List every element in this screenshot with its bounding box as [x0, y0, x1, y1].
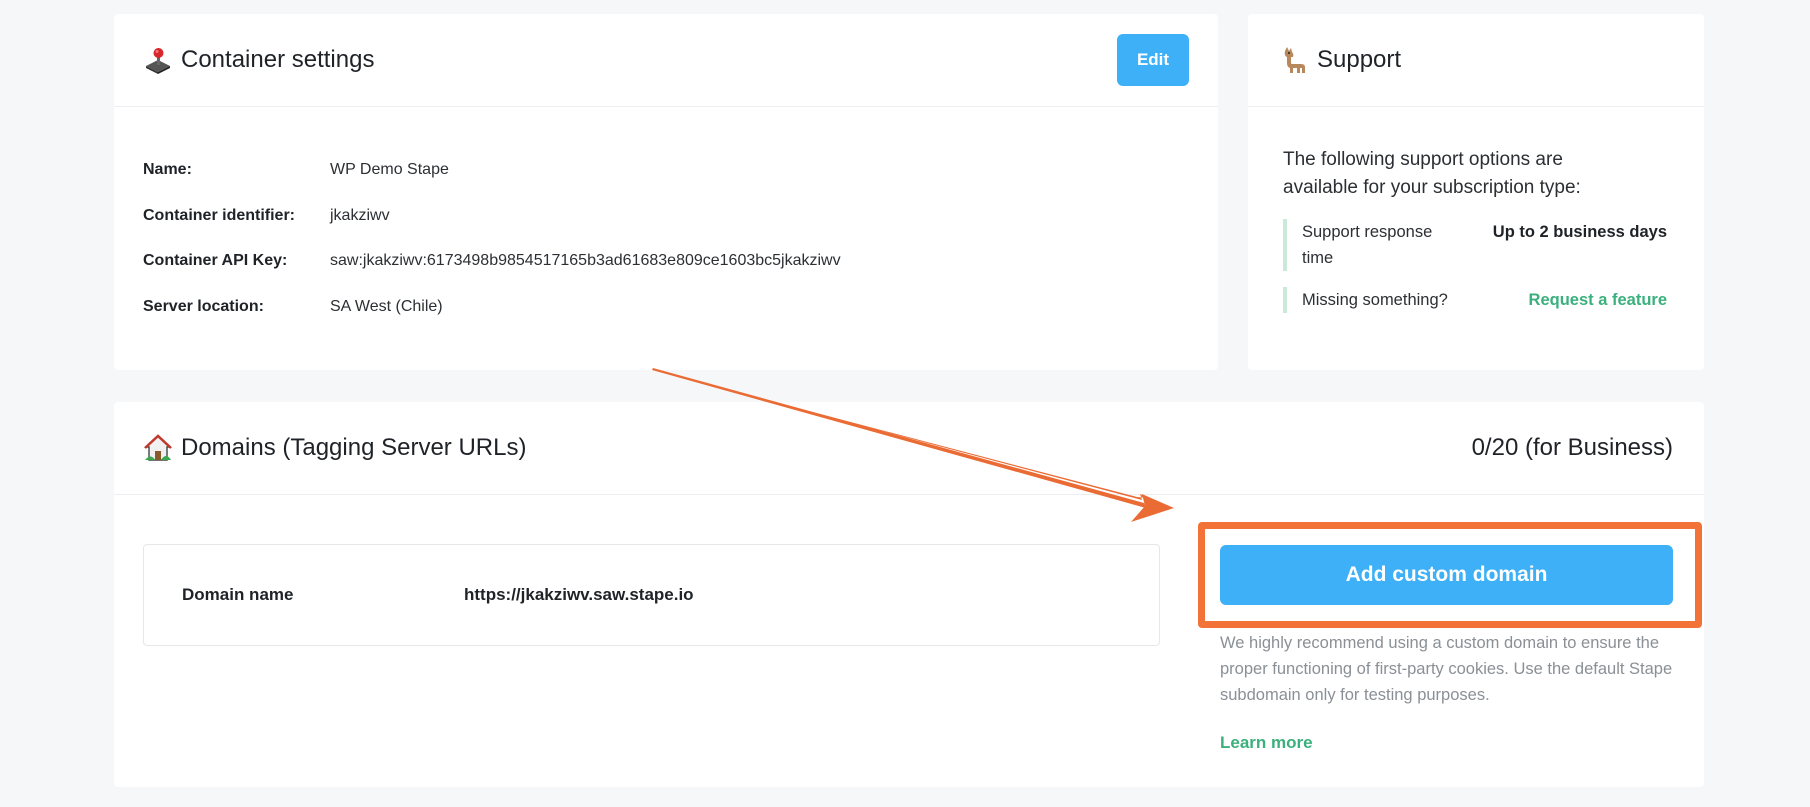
api-key-value[interactable]: saw:jkakziwv:6173498b9854517165b3ad61683… [330, 252, 841, 270]
domain-name-value[interactable]: https://jkakziwv.saw.stape.io [464, 585, 694, 605]
server-location-label: Server location: [143, 298, 264, 315]
domains-count: 0/20 (for Business) [1471, 434, 1673, 461]
container-identifier-value: jkakziwv [330, 207, 390, 224]
learn-more-link[interactable]: Learn more [1220, 733, 1313, 753]
support-title: Support [1317, 46, 1402, 73]
name-label: Name: [143, 161, 192, 178]
container-identifier-row: Container identifier: jkakziwv [143, 207, 390, 225]
request-feature-link[interactable]: Request a feature [1529, 287, 1667, 313]
api-key-label: Container API Key: [143, 252, 288, 269]
container-settings-header: Container settings Edit [114, 14, 1218, 107]
name-row: Name: WP Demo Stape [143, 161, 449, 179]
domain-name-label: Domain name [182, 585, 294, 604]
edit-button[interactable]: Edit [1117, 34, 1189, 86]
house-icon [143, 433, 173, 463]
api-key-row: Container API Key: saw:jkakziwv:6173498b… [143, 252, 841, 270]
support-response-value: Up to 2 business days [1492, 223, 1667, 241]
llama-icon [1279, 45, 1309, 75]
container-settings-card: Container settings Edit Name: WP Demo St… [114, 14, 1218, 370]
server-location-row: Server location: SA West (Chile) [143, 298, 443, 316]
add-custom-domain-button[interactable]: Add custom domain [1220, 545, 1673, 605]
support-intro: The following support options are availa… [1283, 149, 1581, 198]
support-response-row: Support response time Up to 2 business d… [1283, 219, 1667, 271]
joystick-icon [143, 45, 173, 75]
support-header: Support [1248, 14, 1704, 107]
support-card: Support The following support options ar… [1248, 14, 1704, 370]
container-settings-title-wrap: Container settings [143, 45, 374, 75]
domains-header: Domains (Tagging Server URLs) 0/20 (for … [114, 402, 1704, 495]
name-value: WP Demo Stape [330, 161, 449, 178]
domains-title: Domains (Tagging Server URLs) [181, 434, 527, 461]
container-identifier-label: Container identifier: [143, 207, 296, 224]
domain-row: Domain name https://jkakziwv.saw.stape.i… [143, 544, 1160, 646]
missing-something-label: Missing something? [1302, 291, 1448, 309]
support-response-label: Support response time [1302, 223, 1433, 267]
missing-something-row: Missing something? Request a feature [1283, 287, 1667, 313]
custom-domain-recommendation: We highly recommend using a custom domai… [1220, 634, 1673, 704]
support-title-wrap: Support [1279, 45, 1401, 75]
domains-title-wrap: Domains (Tagging Server URLs) [143, 433, 526, 463]
container-settings-title: Container settings [181, 46, 375, 73]
server-location-value: SA West (Chile) [330, 298, 443, 315]
